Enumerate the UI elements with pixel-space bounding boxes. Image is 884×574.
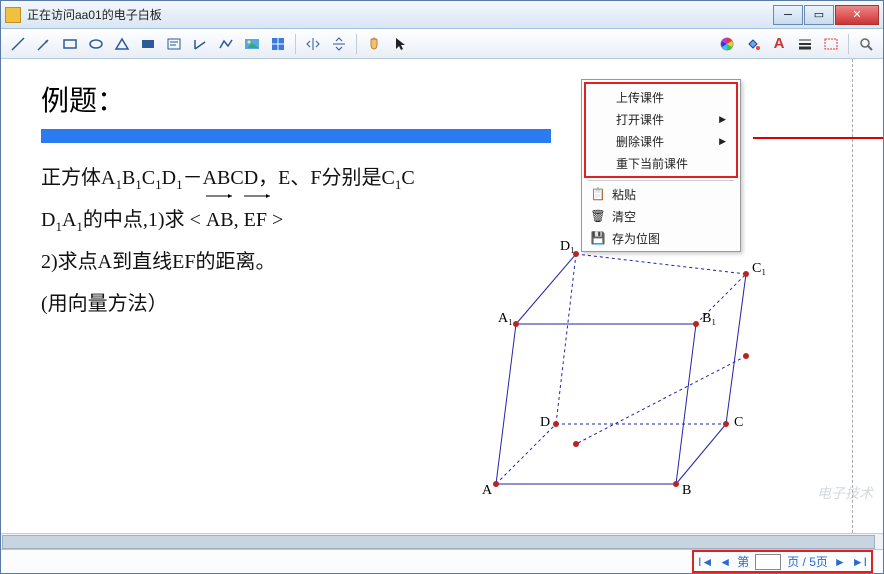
font-tool[interactable]: A xyxy=(768,33,790,55)
canvas[interactable]: 例题： 正方体A1B1C1D1－ABCD，E、F分别是C1C D1A1的中点,1… xyxy=(1,59,883,533)
paste-icon: 📋 xyxy=(590,186,606,202)
flip-h-tool[interactable] xyxy=(302,33,324,55)
first-page-icon[interactable]: I◄ xyxy=(698,555,713,569)
horizontal-scrollbar[interactable] xyxy=(1,533,883,549)
toolbar-sep xyxy=(295,34,296,54)
toolbar-sep-3 xyxy=(848,34,849,54)
annotation-line xyxy=(753,137,883,139)
menu-separator xyxy=(588,180,734,181)
polyline-tool[interactable] xyxy=(215,33,237,55)
submenu-arrow-icon: ▶ xyxy=(719,136,726,147)
app-icon xyxy=(5,7,21,23)
maximize-button[interactable]: ▭ xyxy=(804,5,834,25)
label-A1: A₁ xyxy=(498,311,513,326)
menu-upload[interactable]: 上传课件 xyxy=(588,86,734,108)
textbox-tool[interactable] xyxy=(163,33,185,55)
menu-reset[interactable]: 重下当前课件 xyxy=(588,152,734,174)
grid-tool[interactable] xyxy=(267,33,289,55)
submenu-arrow-icon: ▶ xyxy=(719,114,726,125)
pointer-tool[interactable] xyxy=(389,33,411,55)
last-page-icon[interactable]: ►I xyxy=(852,555,867,569)
next-page-icon[interactable]: ► xyxy=(834,555,846,569)
label-B1: B₁ xyxy=(702,311,716,326)
label-B: B xyxy=(682,483,691,498)
cube-figure: A₁ B₁ C₁ D₁ A B C D xyxy=(456,204,776,504)
label-C: C xyxy=(734,415,743,430)
statusbar: I◄ ◄ 第 页 / 5页 ► ►I xyxy=(1,549,883,573)
flip-v-tool[interactable] xyxy=(328,33,350,55)
rect-tool[interactable] xyxy=(59,33,81,55)
color-wheel-icon[interactable] xyxy=(716,33,738,55)
triangle-tool[interactable] xyxy=(111,33,133,55)
paint-bucket-icon[interactable] xyxy=(742,33,764,55)
zoom-tool[interactable] xyxy=(855,33,877,55)
label-D1: D₁ xyxy=(560,239,575,254)
pager-prefix: 第 xyxy=(737,553,749,570)
minimize-button[interactable]: ─ xyxy=(773,5,803,25)
menu-highlight-box: 上传课件 打开课件▶ 删除课件▶ 重下当前课件 xyxy=(584,82,738,178)
page-input[interactable] xyxy=(755,554,781,570)
angle-tool[interactable] xyxy=(189,33,211,55)
scrollbar-thumb[interactable] xyxy=(2,535,875,549)
heading: 例题： xyxy=(41,79,561,119)
label-A: A xyxy=(482,483,493,498)
pager-controls: I◄ ◄ 第 页 / 5页 ► ►I xyxy=(692,550,873,573)
label-C1: C₁ xyxy=(752,261,766,276)
close-button[interactable]: ✕ xyxy=(835,5,879,25)
selection-style-tool[interactable] xyxy=(820,33,842,55)
toolbar-sep-2 xyxy=(356,34,357,54)
prev-page-icon[interactable]: ◄ xyxy=(719,555,731,569)
page-margin xyxy=(852,59,853,533)
hand-tool[interactable] xyxy=(363,33,385,55)
menu-delete[interactable]: 删除课件▶ xyxy=(588,130,734,152)
window-title: 正在访问aa01的电子白板 xyxy=(27,6,773,23)
line-tool[interactable] xyxy=(7,33,29,55)
titlebar: 正在访问aa01的电子白板 ─ ▭ ✕ xyxy=(1,1,883,29)
pager-total: 页 / 5页 xyxy=(787,553,828,570)
menu-open[interactable]: 打开课件▶ xyxy=(588,108,734,130)
arrow-tool[interactable] xyxy=(33,33,55,55)
highlight-bar xyxy=(41,129,551,143)
filled-rect-tool[interactable] xyxy=(137,33,159,55)
watermark: 电子技术 xyxy=(817,483,873,503)
toolbar: A xyxy=(1,29,883,59)
menu-paste[interactable]: 📋粘贴 xyxy=(584,183,738,205)
image-tool[interactable] xyxy=(241,33,263,55)
line-weight-tool[interactable] xyxy=(794,33,816,55)
window-controls: ─ ▭ ✕ xyxy=(773,5,879,25)
ellipse-tool[interactable] xyxy=(85,33,107,55)
label-D: D xyxy=(540,415,550,430)
